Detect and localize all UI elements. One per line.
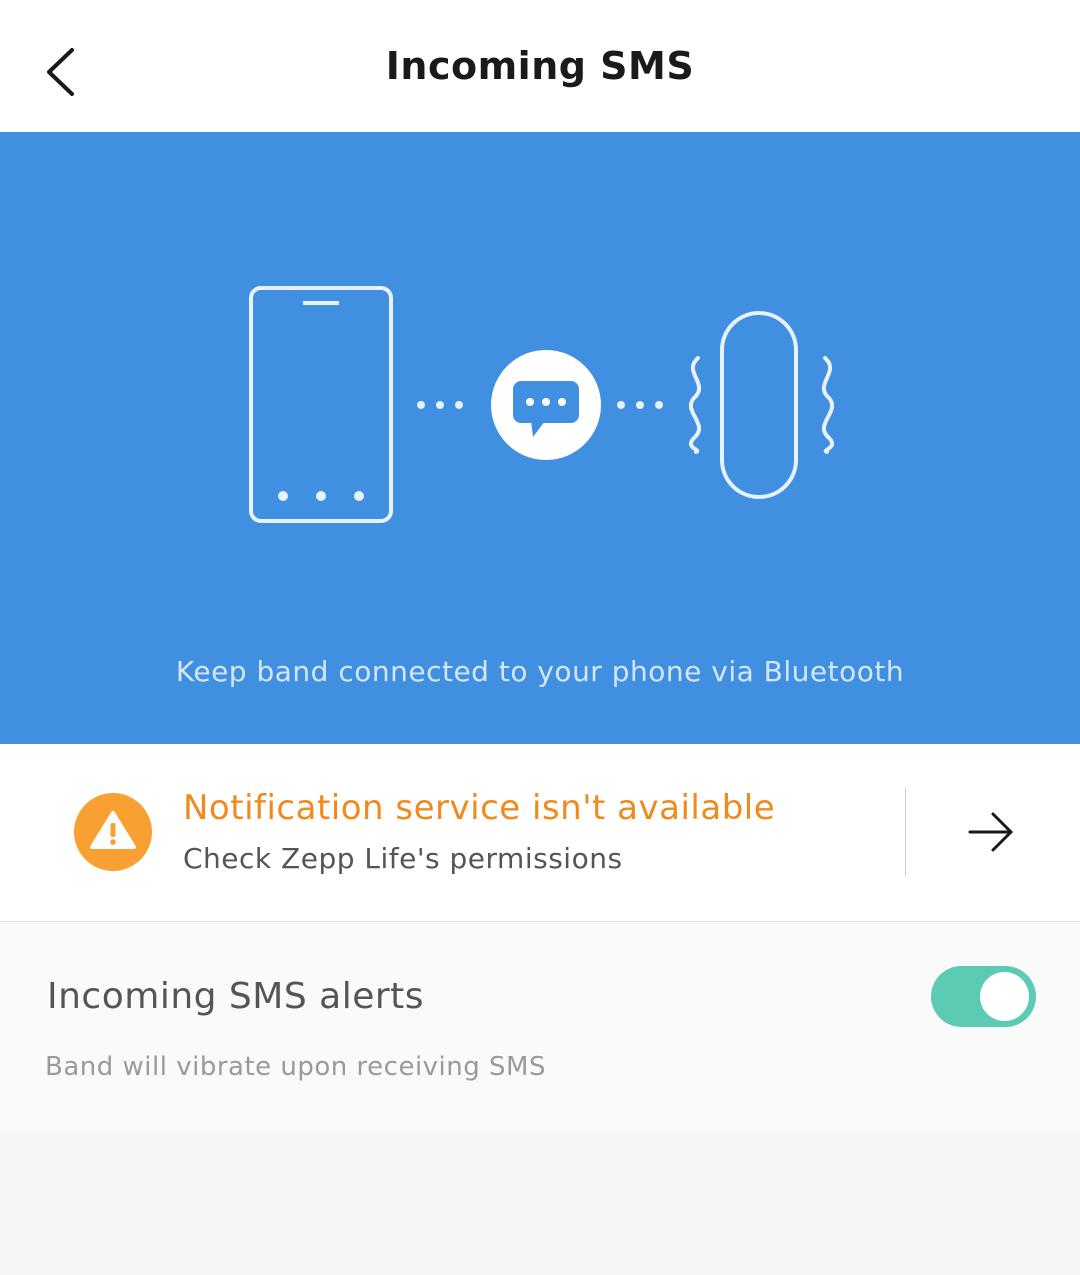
- dots-right-icon: [617, 401, 663, 409]
- setting-title: Incoming SMS alerts: [47, 976, 425, 1017]
- open-permissions-button[interactable]: [962, 806, 1018, 858]
- warning-icon: [74, 793, 152, 871]
- hero-caption: Keep band connected to your phone via Bl…: [175, 655, 905, 688]
- notification-warning-row[interactable]: Notification service isn't available Che…: [0, 744, 1080, 922]
- sms-alert-setting-row: Incoming SMS alerts Band will vibrate up…: [0, 922, 1080, 1132]
- page-title: Incoming SMS: [385, 44, 695, 88]
- notice-subtitle: Check Zepp Life's permissions: [183, 842, 623, 875]
- setting-description: Band will vibrate upon receiving SMS: [45, 1052, 546, 1082]
- hero-banner: Keep band connected to your phone via Bl…: [0, 132, 1080, 744]
- sms-alert-toggle[interactable]: [931, 966, 1036, 1027]
- toggle-knob: [980, 972, 1029, 1021]
- band-vibrate-icon: [688, 311, 835, 499]
- top-bar: Incoming SMS: [0, 0, 1080, 132]
- dots-left-icon: [417, 401, 463, 409]
- divider: [905, 788, 906, 876]
- notice-title: Notification service isn't available: [183, 788, 776, 828]
- message-bubble-icon: [491, 350, 601, 460]
- phone-icon: [249, 286, 393, 523]
- connection-illustration: [249, 286, 835, 523]
- arrow-right-icon: [968, 812, 1013, 852]
